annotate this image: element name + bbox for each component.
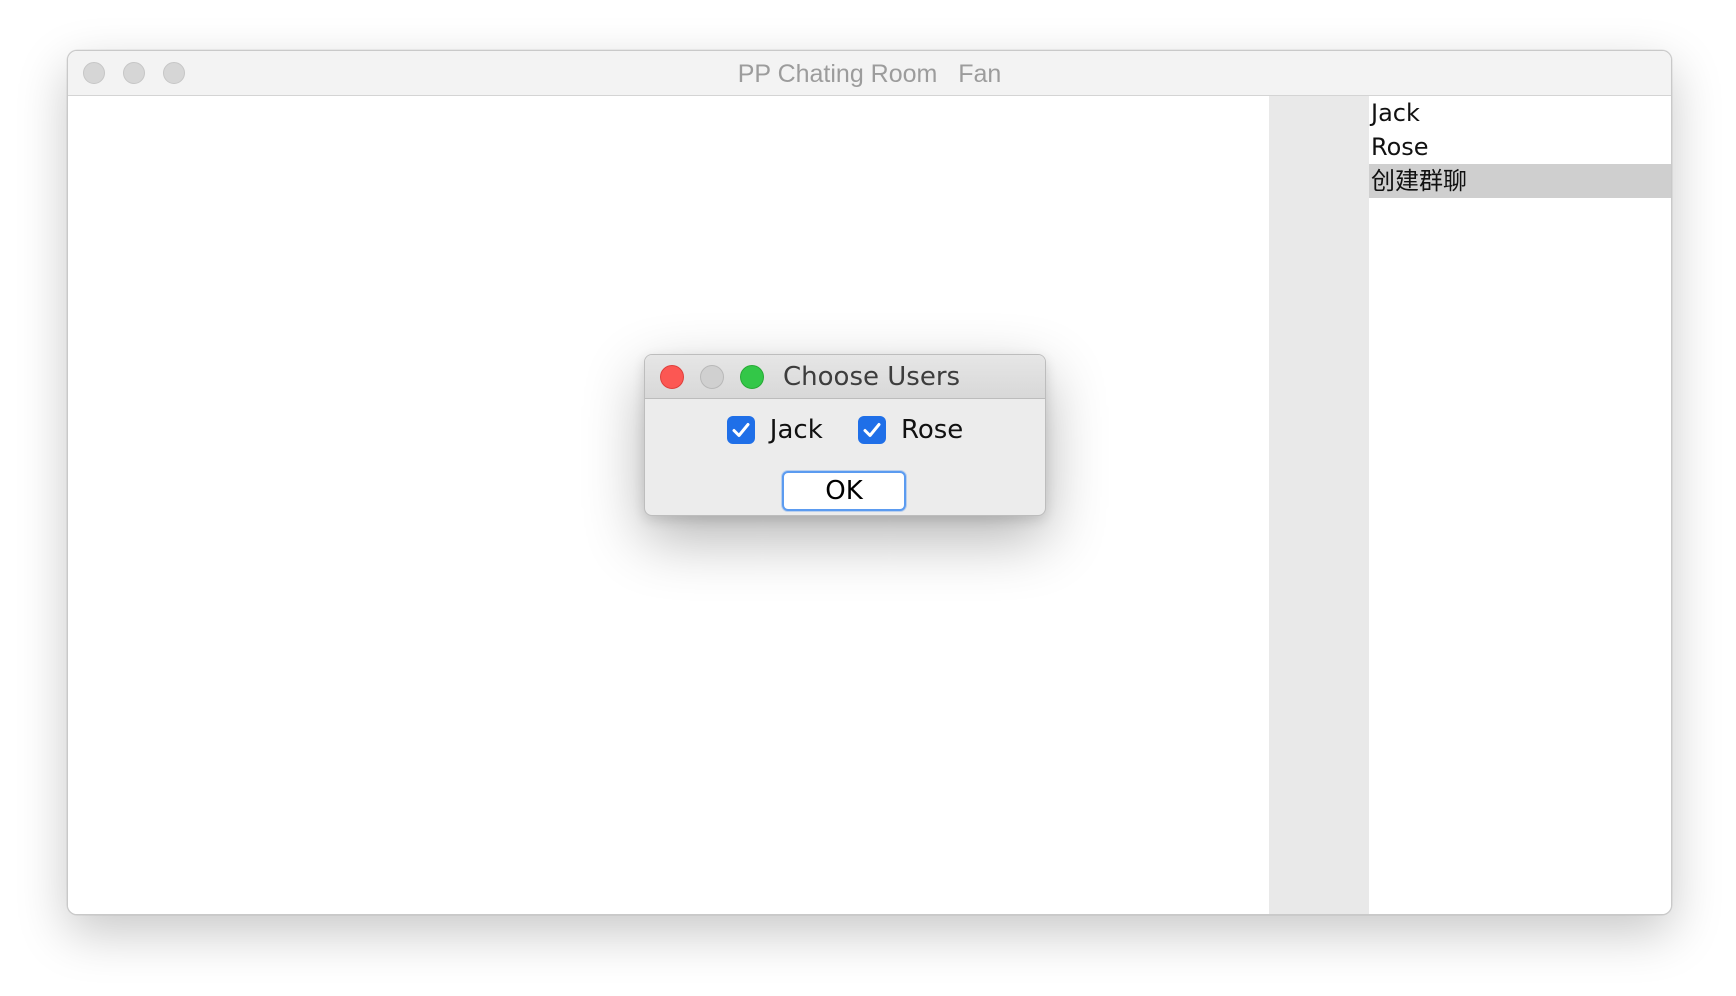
checkmark-icon xyxy=(732,423,750,437)
user-list-item-jack[interactable]: Jack xyxy=(1369,96,1671,130)
checkmark-icon xyxy=(863,423,881,437)
dialog-close-button[interactable] xyxy=(660,365,684,389)
side-gutter xyxy=(1269,96,1369,914)
user-checkbox-row: Jack Rose xyxy=(645,415,1045,449)
dialog-title: Choose Users xyxy=(783,362,961,392)
ok-button[interactable]: OK xyxy=(782,471,906,511)
rose-checkbox[interactable] xyxy=(857,416,886,444)
user-list-item-create-group[interactable]: 创建群聊 xyxy=(1369,164,1671,198)
dialog-minimize-button[interactable] xyxy=(700,365,724,389)
jack-checkbox-label[interactable]: Jack xyxy=(770,415,823,445)
dialog-maximize-button[interactable] xyxy=(740,365,764,389)
window-title: PP Chating Room Fan xyxy=(737,60,1002,88)
dialog-titlebar[interactable]: Choose Users xyxy=(645,355,1045,399)
jack-checkbox[interactable] xyxy=(726,416,755,444)
choose-users-dialog: Choose Users Jack Rose OK xyxy=(644,354,1046,516)
user-list[interactable]: Jack Rose 创建群聊 xyxy=(1369,96,1671,914)
main-titlebar[interactable]: PP Chating Room Fan xyxy=(68,51,1671,96)
user-list-item-rose[interactable]: Rose xyxy=(1369,130,1671,164)
rose-checkbox-label[interactable]: Rose xyxy=(901,415,963,445)
option-jack[interactable]: Jack xyxy=(726,415,823,445)
option-rose[interactable]: Rose xyxy=(857,415,963,445)
